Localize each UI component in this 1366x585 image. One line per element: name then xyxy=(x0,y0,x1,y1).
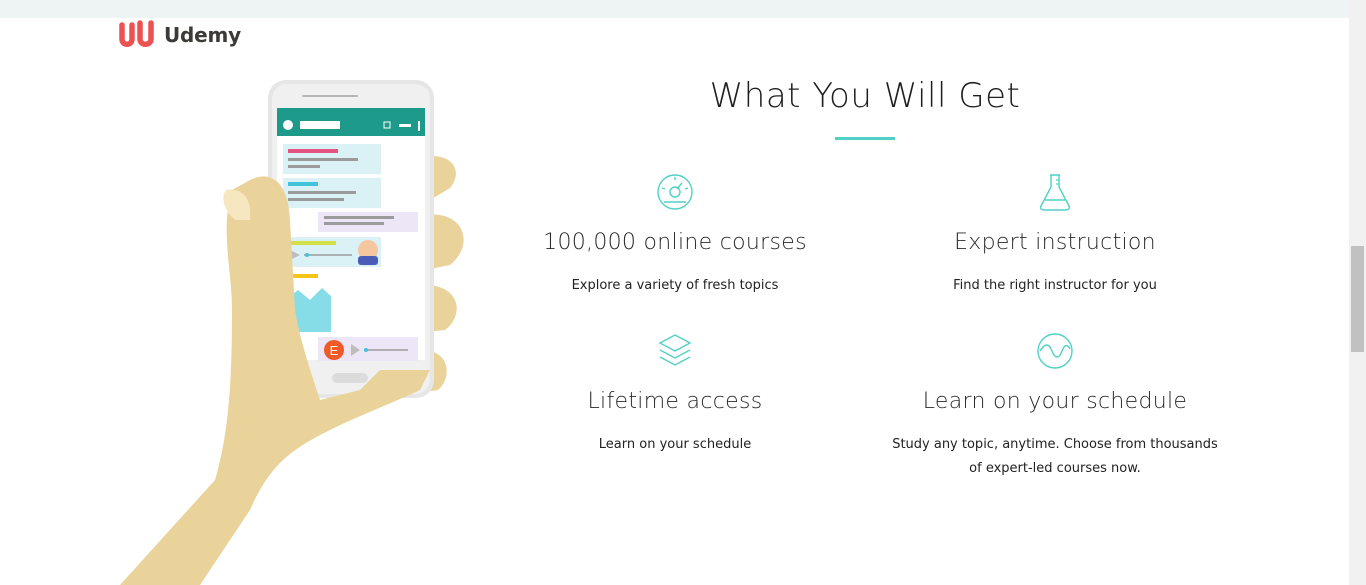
avatar-letter: E xyxy=(330,343,339,358)
page: Udemy E What You Will Get 100,000 online… xyxy=(0,0,1366,585)
scrollbar[interactable] xyxy=(1349,0,1366,585)
feature-lifetime-access: Lifetime access Learn on your schedule xyxy=(495,331,855,457)
udemy-logo-icon xyxy=(119,20,154,47)
logo-text: Udemy xyxy=(164,23,241,47)
hand-holding-phone-illustration: E xyxy=(120,80,464,585)
scrollbar-thumb[interactable] xyxy=(1351,246,1364,352)
feature-description: Study any topic, anytime. Choose from th… xyxy=(892,437,1218,476)
feature-learn-on-schedule: Learn on your schedule Study any topic, … xyxy=(875,331,1235,481)
layers-icon xyxy=(658,334,692,366)
flask-icon xyxy=(1039,174,1071,211)
wave-icon xyxy=(1037,333,1073,369)
feature-title: Expert instruction xyxy=(954,230,1156,255)
feature-description: Learn on your schedule xyxy=(598,437,752,452)
feature-expert-instruction: Expert instruction Find the right instru… xyxy=(875,172,1235,298)
feature-title: Lifetime access xyxy=(587,389,763,414)
top-strip xyxy=(0,0,1349,18)
feature-online-courses: 100,000 online courses Explore a variety… xyxy=(495,172,855,298)
udemy-logo[interactable]: Udemy xyxy=(118,18,241,52)
feature-description: Find the right instructor for you xyxy=(953,278,1157,293)
title-underline xyxy=(835,137,895,140)
feature-title: Learn on your schedule xyxy=(922,389,1188,414)
feature-description: Explore a variety of fresh topics xyxy=(571,278,779,293)
section-title: What You Will Get xyxy=(709,76,1021,116)
speedometer-icon xyxy=(657,174,693,210)
feature-title: 100,000 online courses xyxy=(543,230,807,255)
